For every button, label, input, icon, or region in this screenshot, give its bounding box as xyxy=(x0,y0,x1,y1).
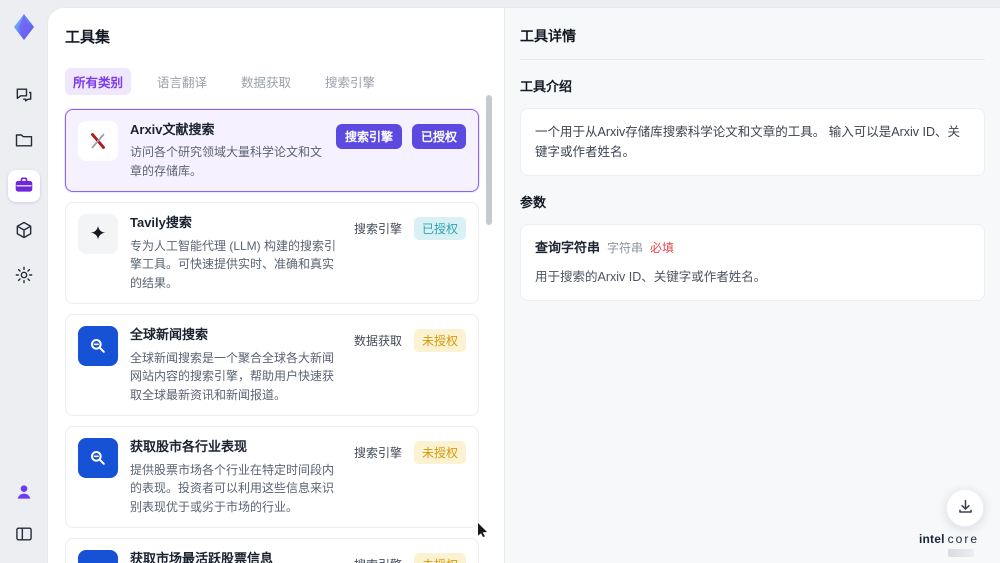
tool-card[interactable]: ✦ Tavily搜索 专为人工智能代理 (LLM) 构建的搜索引擎工具。可快速提… xyxy=(65,202,479,305)
sidebar-item-folder[interactable] xyxy=(8,125,40,157)
tool-name: 获取股市各行业表现 xyxy=(130,439,248,455)
brand-word-intel: intel xyxy=(918,532,945,546)
rail-nav xyxy=(8,80,40,292)
tab-数据获取[interactable]: 数据获取 xyxy=(233,68,299,95)
category-badge: 搜索引擎 xyxy=(335,124,402,149)
auth-badge: 未授权 xyxy=(413,441,466,465)
tavily-tool-icon: ✦ xyxy=(78,214,118,255)
category-badge: 搜索引擎 xyxy=(353,222,402,237)
blue-tool-icon xyxy=(78,438,118,479)
auth-badge: 未授权 xyxy=(413,329,466,353)
detail-title: 工具详情 xyxy=(520,26,985,60)
tool-card-list: Arxiv文献搜索 访问各个研究领域大量科学论文和文章的存储库。 搜索引擎 已授… xyxy=(65,109,479,563)
tool-desc: 提供股票市场各个行业在特定时间段内的表现。投资者可以利用这些信息来识别表现优于或… xyxy=(130,462,335,514)
tool-card[interactable]: 获取市场最活跃股票信息 提供当天交易量最高的股票列表，投资者可以利用这些信息来识… xyxy=(65,538,479,563)
list-scrollbar[interactable] xyxy=(486,88,492,558)
sidebar-item-user[interactable] xyxy=(8,477,40,509)
tool-card[interactable]: 全球新闻搜索 全球新闻搜索是一个聚合全球各大新闻网站内容的搜索引擎，帮助用户快速… xyxy=(65,314,479,417)
settings-icon xyxy=(14,265,34,288)
auth-badge: 已授权 xyxy=(413,217,466,241)
tool-card[interactable]: 获取股市各行业表现 提供股票市场各个行业在特定时间段内的表现。投资者可以利用这些… xyxy=(65,426,479,529)
tool-list-panel: 工具集 所有类别 语言翻译 数据获取 搜索引擎 Arxiv文献搜索 访问各个研究领域大… xyxy=(48,8,505,563)
sidebar-item-toolbox[interactable] xyxy=(8,170,40,202)
mouse-cursor xyxy=(477,523,488,542)
tool-name: Tavily搜索 xyxy=(130,215,192,231)
auth-badge: 已授权 xyxy=(411,124,466,149)
sidebar-item-panel-toggle[interactable] xyxy=(8,519,40,551)
sidebar-item-cube[interactable] xyxy=(8,215,40,247)
category-badge: 搜索引擎 xyxy=(352,553,404,563)
arxiv-tool-icon xyxy=(78,121,118,161)
intro-text: 一个用于从Arxiv存储库搜索科学论文和文章的工具。 输入可以是Arxiv ID… xyxy=(535,125,961,159)
chat-icon xyxy=(14,85,34,108)
left-rail xyxy=(0,0,48,563)
scrollbar-thumb[interactable] xyxy=(486,95,492,225)
folder-icon xyxy=(14,130,34,153)
tool-name: Arxiv文献搜索 xyxy=(130,122,215,137)
category-badge: 数据获取 xyxy=(353,334,402,349)
auth-badge: 未授权 xyxy=(413,553,466,563)
tab-搜索引擎[interactable]: 搜索引擎 xyxy=(317,68,383,95)
category-tabs: 所有类别 语言翻译 数据获取 搜索引擎 xyxy=(65,68,504,95)
param-name: 查询字符串 xyxy=(535,240,601,255)
tab-语言翻译[interactable]: 语言翻译 xyxy=(149,68,215,95)
download-icon xyxy=(957,498,974,518)
main-surface: 工具集 所有类别 语言翻译 数据获取 搜索引擎 Arxiv文献搜索 访问各个研究领域大… xyxy=(48,8,1000,563)
panel-toggle-icon xyxy=(14,524,34,547)
tool-detail-panel: 工具详情 工具介绍 一个用于从Arxiv存储库搜索科学论文和文章的工具。 输入可… xyxy=(505,8,1000,563)
toolbox-icon xyxy=(14,175,34,198)
cube-icon xyxy=(14,220,34,243)
intel-sub-badge xyxy=(948,549,974,557)
rail-bottom xyxy=(8,477,40,551)
params-heading: 参数 xyxy=(520,195,547,210)
app-logo-icon xyxy=(7,10,41,44)
tool-desc: 专为人工智能代理 (LLM) 构建的搜索引擎工具。可快速提供实时、准确和真实的结… xyxy=(130,238,337,290)
tool-desc: 全球新闻搜索是一个聚合全球各大新闻网站内容的搜索引擎，帮助用户快速获取全球最新资… xyxy=(130,350,335,402)
sidebar-item-chat[interactable] xyxy=(8,80,40,112)
blue-tool-icon xyxy=(78,326,118,367)
sidebar-item-settings[interactable] xyxy=(8,260,40,292)
intro-heading: 工具介绍 xyxy=(520,79,573,94)
param-type: 字符串 xyxy=(607,241,644,255)
brand-word-core: core xyxy=(947,532,979,546)
intro-box: 一个用于从Arxiv存储库搜索科学论文和文章的工具。 输入可以是Arxiv ID… xyxy=(520,108,985,176)
tab-所有类别[interactable]: 所有类别 xyxy=(65,68,132,95)
user-icon xyxy=(14,482,34,505)
tool-desc: 访问各个研究领域大量科学论文和文章的存储库。 xyxy=(130,145,323,178)
tool-card[interactable]: Arxiv文献搜索 访问各个研究领域大量科学论文和文章的存储库。 搜索引擎 已授… xyxy=(65,109,479,193)
category-badge: 搜索引擎 xyxy=(353,446,402,461)
tool-name: 获取市场最活跃股票信息 xyxy=(130,551,274,563)
param-desc: 用于搜索的Arxiv ID、关键字或作者姓名。 xyxy=(535,269,767,284)
param-required-flag: 必填 xyxy=(650,241,675,255)
tool-name: 全球新闻搜索 xyxy=(130,327,209,343)
download-button[interactable] xyxy=(946,489,984,527)
intel-core-logo: intel core xyxy=(914,532,984,557)
page-title: 工具集 xyxy=(65,29,111,46)
blue-tool-icon xyxy=(78,550,118,563)
param-box: 查询字符串 字符串 必填 用于搜索的Arxiv ID、关键字或作者姓名。 xyxy=(520,224,985,301)
